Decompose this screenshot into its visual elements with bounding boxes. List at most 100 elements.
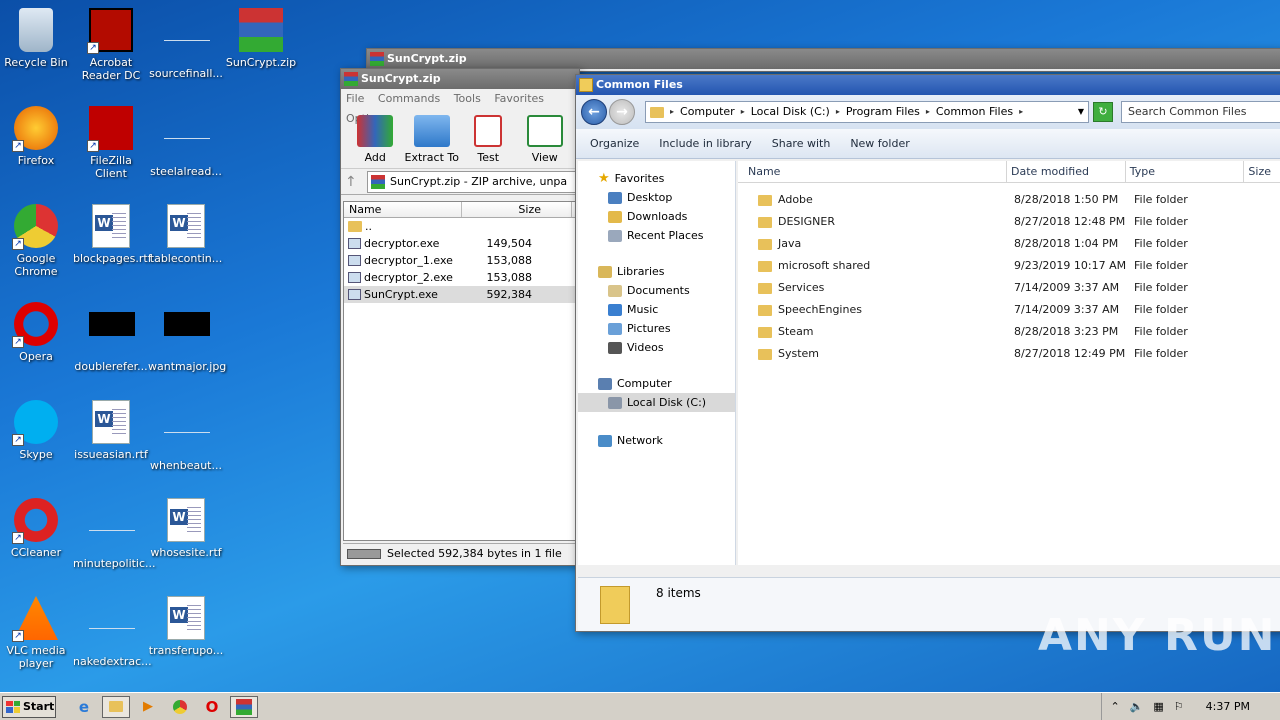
desktop-icon-wantmajor-jpg[interactable]: wantmajor.jpg [148,302,226,373]
forward-button[interactable]: → [609,99,635,125]
menu-tools[interactable]: Tools [454,92,481,105]
desktop-icon-recycle-bin[interactable]: Recycle Bin [0,8,74,69]
refresh-button[interactable]: ↻ [1093,102,1113,122]
explorer-titlebar[interactable]: Common Files [576,75,1280,95]
nav-local-disk[interactable]: Local Disk (C:) [578,393,735,412]
nav-item-documents[interactable]: Documents [578,281,735,300]
taskbar-ie[interactable]: e [70,696,98,718]
organize-button[interactable]: Organize [590,137,639,150]
start-button[interactable]: Start [2,695,56,718]
col-type[interactable]: Type [1126,161,1245,182]
desktop-icon-blockpages-rtf[interactable]: Wblockpages.rtf [73,204,152,265]
add-button[interactable]: Add [347,115,404,168]
menu-favorites[interactable]: Favorites [494,92,544,105]
nav-item-recent-places[interactable]: Recent Places [578,226,735,245]
folder-row[interactable]: Java 8/28/2018 1:04 PM File folder [738,233,1280,255]
chevron-right-icon[interactable]: ▸ [741,102,745,122]
desktop-icon-acrobat-reader[interactable]: Acrobat Reader DC ↗ [73,8,149,82]
desktop-icon-whosesite-rtf[interactable]: Wwhosesite.rtf [148,498,224,559]
folder-row[interactable]: Adobe 8/28/2018 1:50 PM File folder [738,189,1280,211]
col-size[interactable]: Size [1244,161,1280,182]
action-center-flag-icon[interactable]: ⚐ [1174,700,1184,713]
new-folder-button[interactable]: New folder [850,137,909,150]
taskbar-opera[interactable]: O [198,696,226,718]
address-bar[interactable]: ▸ Computer ▸ Local Disk (C:) ▸ Program F… [645,101,1089,123]
nav-item-pictures[interactable]: Pictures [578,319,735,338]
folder-row[interactable]: Services 7/14/2009 3:37 AM File folder [738,277,1280,299]
archive-file-list[interactable]: Name Size .. decryptor.exe 149,504 decrypto… [343,201,579,541]
archive-file-row[interactable]: decryptor.exe 149,504 [344,235,578,252]
menu-commands[interactable]: Commands [378,92,440,105]
extract-to-button[interactable]: Extract To [404,115,461,168]
nav-item-videos[interactable]: Videos [578,338,735,357]
chevron-right-icon[interactable]: ▸ [1019,102,1023,122]
taskbar-media-player[interactable]: ▶ [134,696,162,718]
taskbar-chrome[interactable] [166,696,194,718]
crumb-computer[interactable]: Computer [680,102,735,122]
taskbar-winrar[interactable] [230,695,258,718]
desktop-icon-steelalread[interactable]: steelalread... [148,106,224,178]
desktop-icon-ccleaner[interactable]: CCleaner ↗ [0,498,74,559]
desktop-icon-doublerefer[interactable]: doublerefer... [73,302,149,373]
archive-file-row[interactable]: .. [344,218,578,235]
archive-file-row[interactable]: decryptor_2.exe 153,088 [344,269,578,286]
folder-row[interactable]: SpeechEngines 7/14/2009 3:37 AM File folde… [738,299,1280,321]
col-name[interactable]: Name [738,161,1008,182]
chevron-right-icon[interactable]: ▸ [836,102,840,122]
file-list[interactable]: Name Date modified Type Size Adobe 8/28/2… [738,161,1280,565]
explorer-window[interactable]: Common Files ← → ▸ Computer ▸ Local Disk… [575,74,1280,632]
crumb-program-files[interactable]: Program Files [846,102,920,122]
include-in-library-button[interactable]: Include in library [659,137,751,150]
folder-row[interactable]: System 8/27/2018 12:49 PM File folder [738,343,1280,365]
desktop-icon-filezilla[interactable]: FileZilla Client ↗ [73,106,149,180]
nav-libraries[interactable]: Libraries [578,262,735,281]
archive-path[interactable]: SunCrypt.zip - ZIP archive, unpa [367,170,579,193]
nav-item-music[interactable]: Music [578,300,735,319]
menu-file[interactable]: File [346,92,364,105]
nav-item-downloads[interactable]: Downloads [578,207,735,226]
network-tray-icon[interactable]: ▦ [1153,700,1163,713]
chevron-down-icon[interactable]: ▼ [1078,102,1084,122]
desktop-icon-google-chrome[interactable]: Google Chrome ↗ [0,204,74,278]
desktop-icon-issueasian-rtf[interactable]: Wissueasian.rtf [73,400,149,461]
search-input[interactable]: Search Common Files [1121,101,1280,123]
volume-icon[interactable]: 🔈 [1130,700,1144,713]
share-with-button[interactable]: Share with [772,137,831,150]
col-size[interactable]: Size [462,202,572,217]
folder-row[interactable]: Steam 8/28/2018 3:23 PM File folder [738,321,1280,343]
clock[interactable]: 4:37 PM [1206,700,1250,713]
view-button[interactable]: View [517,115,574,168]
desktop-icon-tablecontin[interactable]: Wtablecontin... [148,204,224,265]
desktop-icon-transferupo[interactable]: Wtransferupo... [148,596,224,657]
nav-network[interactable]: Network [578,431,735,450]
desktop-icon-sourcefinall[interactable]: sourcefinall... [148,8,224,80]
show-hidden-icons-icon[interactable]: ⌃ [1110,700,1119,713]
desktop-icon-vlc-player[interactable]: VLC media player ↗ [0,596,74,670]
col-date-modified[interactable]: Date modified [1007,161,1126,182]
desktop-icon-firefox[interactable]: Firefox ↗ [0,106,74,167]
nav-item-desktop[interactable]: Desktop [578,188,735,207]
desktop-icon-nakedextrac[interactable]: nakedextrac... [73,596,152,668]
test-button[interactable]: Test [460,115,517,168]
up-arrow-icon[interactable]: ↑ [345,174,367,190]
archive-file-row[interactable]: SunCrypt.exe 592,384 [344,286,578,303]
desktop-icon-minutepolitic[interactable]: minutepolitic... [73,498,156,570]
back-button[interactable]: ← [581,99,607,125]
taskbar-explorer[interactable] [102,695,130,718]
nav-favorites[interactable]: ★ Favorites [578,169,735,188]
folder-row[interactable]: microsoft shared 9/23/2019 10:17 AM File f… [738,255,1280,277]
desktop-icon-suncrypt-zip[interactable]: SunCrypt.zip [223,8,299,69]
winrar-back-titlebar[interactable]: SunCrypt.zip [367,49,1280,69]
archive-file-row[interactable]: decryptor_1.exe 153,088 [344,252,578,269]
crumb-common-files[interactable]: Common Files [936,102,1013,122]
col-name[interactable]: Name [344,202,462,217]
winrar-titlebar[interactable]: SunCrypt.zip [341,69,579,89]
crumb-local-disk[interactable]: Local Disk (C:) [751,102,830,122]
nav-computer[interactable]: Computer [578,374,735,393]
folder-row[interactable]: DESIGNER 8/27/2018 12:48 PM File folder [738,211,1280,233]
chevron-right-icon[interactable]: ▸ [926,102,930,122]
desktop-icon-whenbeaut[interactable]: whenbeaut... [148,400,224,472]
winrar-window[interactable]: SunCrypt.zip File Commands Tools Favorit… [340,68,580,566]
desktop-icon-skype[interactable]: Skype ↗ [0,400,74,461]
desktop-icon-opera[interactable]: Opera ↗ [0,302,74,363]
